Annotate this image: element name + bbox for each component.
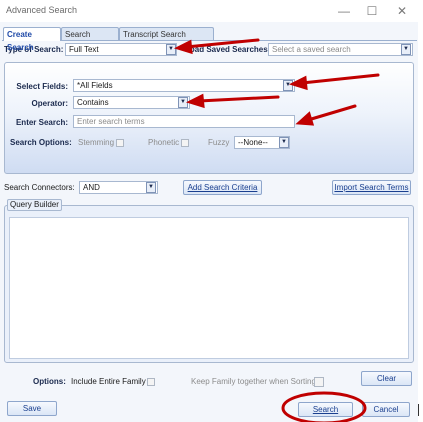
include-entire-family-label: Include Entire Family [71, 377, 146, 386]
import-search-terms-label: Import Search Terms [334, 183, 409, 192]
stemming-label: Stemming [78, 138, 115, 147]
minimize-icon[interactable]: — [330, 2, 358, 20]
operator-label: Operator: [31, 99, 68, 108]
search-options-label: Search Options: [10, 138, 72, 147]
query-builder-legend: Query Builder [7, 199, 62, 211]
chevron-down-icon[interactable]: ▼ [146, 182, 156, 193]
search-terms-input[interactable]: Enter search terms [73, 115, 295, 128]
tab-transcript-search-history[interactable]: Transcript Search History [119, 27, 214, 52]
operator-dropdown[interactable]: Contains [73, 96, 190, 109]
chevron-down-icon[interactable]: ▼ [178, 97, 188, 108]
type-of-search-dropdown[interactable]: Full Text [65, 43, 177, 56]
chevron-down-icon[interactable]: ▼ [279, 137, 289, 148]
select-fields-dropdown[interactable]: *All Fields [73, 79, 295, 92]
close-icon[interactable]: ✕ [388, 2, 416, 20]
include-entire-family-checkbox[interactable] [147, 378, 155, 386]
keep-family-together-label: Keep Family together when Sorting [191, 377, 316, 386]
maximize-icon[interactable]: ☐ [358, 2, 386, 20]
saved-search-dropdown[interactable]: Select a saved search [268, 43, 413, 56]
load-saved-searches-label: Load Saved Searches [185, 45, 268, 54]
add-search-criteria-button[interactable]: Add Search Criteria [183, 180, 262, 195]
search-connectors-label: Search Connectors: [4, 183, 75, 192]
chevron-down-icon[interactable]: ▼ [283, 80, 293, 91]
window-edge-divider [418, 404, 419, 416]
import-search-terms-button[interactable]: Import Search Terms [332, 180, 411, 195]
chevron-down-icon[interactable]: ▼ [166, 44, 176, 55]
tab-create-search[interactable]: Create Search [3, 27, 61, 52]
cancel-button[interactable]: Cancel [362, 402, 410, 417]
phonetic-label: Phonetic [148, 138, 180, 147]
stemming-checkbox[interactable] [116, 139, 124, 147]
tab-search-history[interactable]: Search History [61, 27, 119, 52]
search-button-label: Search [312, 405, 339, 414]
query-builder-area[interactable] [9, 217, 409, 359]
clear-button[interactable]: Clear [361, 371, 412, 386]
chevron-down-icon[interactable]: ▼ [401, 44, 411, 55]
search-button[interactable]: Search [298, 402, 353, 417]
phonetic-checkbox[interactable] [181, 139, 189, 147]
tab-divider [2, 40, 417, 41]
save-button[interactable]: Save [7, 401, 57, 416]
select-fields-label: Select Fields: [16, 82, 68, 91]
fuzzy-label: Fuzzy [208, 138, 230, 147]
window-title: Advanced Search [6, 5, 78, 15]
add-search-criteria-label: Add Search Criteria [187, 183, 258, 192]
options-label: Options: [33, 377, 66, 386]
enter-search-label: Enter Search: [15, 118, 68, 127]
keep-family-together-checkbox[interactable] [314, 377, 324, 387]
